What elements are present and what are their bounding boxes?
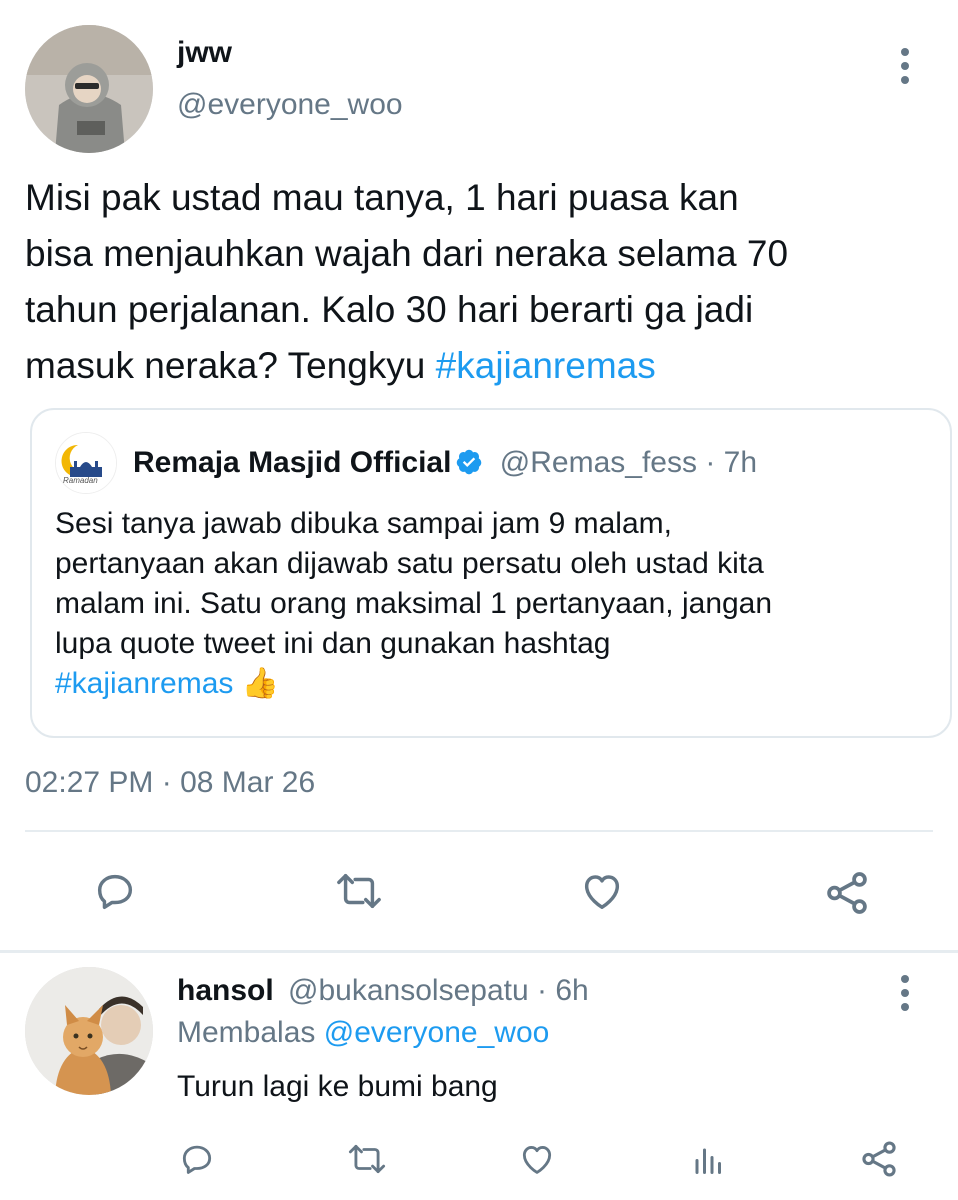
author-name[interactable]: jww [177, 36, 232, 70]
quote-time-separator: · [705, 446, 716, 479]
section-divider [0, 950, 958, 953]
comment-icon [97, 874, 133, 910]
quote-text: Sesi tanya jawab dibuka sampai jam 9 mal… [55, 504, 935, 704]
reply-like-button[interactable] [516, 1138, 558, 1180]
comment-icon [182, 1145, 212, 1174]
like-button[interactable] [577, 866, 627, 916]
thumbs-up-emoji-icon: 👍 [241, 667, 280, 700]
tweet-timestamp[interactable]: 02:27 PM · 08 Mar 26 [25, 766, 315, 800]
reply-button[interactable] [90, 866, 140, 916]
analytics-icon [695, 1148, 721, 1174]
retweet-icon [337, 873, 381, 909]
heart-icon [522, 1146, 552, 1174]
tweet-text: Misi pak ustad mau tanya, 1 hari puasa k… [25, 170, 945, 394]
replying-to-label: Membalas [177, 1016, 316, 1049]
share-icon [862, 1141, 896, 1177]
retweet-icon [348, 1144, 386, 1174]
author-avatar[interactable] [25, 25, 153, 153]
reply-time[interactable]: 6h [555, 974, 588, 1007]
reply-comment-button[interactable] [176, 1138, 218, 1180]
reply-author-name[interactable]: hansol [177, 974, 274, 1007]
reply-analytics-button[interactable] [688, 1138, 730, 1180]
quote-author-handle[interactable]: @Remas_fess [500, 446, 697, 479]
reply-text: Turun lagi ke bumi bang [177, 1070, 498, 1103]
share-icon [827, 872, 867, 914]
quote-time[interactable]: 7h [724, 446, 757, 479]
quote-text-body: Sesi tanya jawab dibuka sampai jam 9 mal… [55, 507, 773, 660]
quote-avatar-text: Ramadan [63, 476, 98, 485]
divider [25, 830, 933, 832]
replying-to-line: Membalas @everyone_woo [177, 1016, 549, 1050]
more-options-icon[interactable] [898, 48, 912, 84]
tweet-text-body: Misi pak ustad mau tanya, 1 hari puasa k… [25, 177, 789, 386]
reply-share-button[interactable] [856, 1136, 902, 1182]
reply-time-separator: · [537, 974, 547, 1007]
author-handle[interactable]: @everyone_woo [177, 88, 403, 122]
replying-to-handle[interactable]: @everyone_woo [324, 1016, 550, 1049]
share-button[interactable] [820, 866, 874, 920]
quote-author-name[interactable]: Remaja Masjid Official [133, 446, 451, 479]
reply-retweet-button[interactable] [344, 1138, 390, 1180]
reply-header: hansol @bukansolsepatu · 6h [177, 974, 589, 1008]
reply-more-options-icon[interactable] [898, 975, 912, 1011]
quote-hashtag[interactable]: #kajianremas [55, 667, 233, 700]
quote-header: Remaja Masjid Official @Remas_fess · 7h [133, 446, 757, 480]
tweet-hashtag[interactable]: #kajianremas [436, 345, 656, 386]
retweet-button[interactable] [331, 866, 387, 916]
verified-badge-icon [457, 449, 482, 475]
reply-author-avatar[interactable] [25, 967, 153, 1095]
reply-author-handle[interactable]: @bukansolsepatu [288, 974, 529, 1007]
heart-icon [584, 875, 620, 910]
